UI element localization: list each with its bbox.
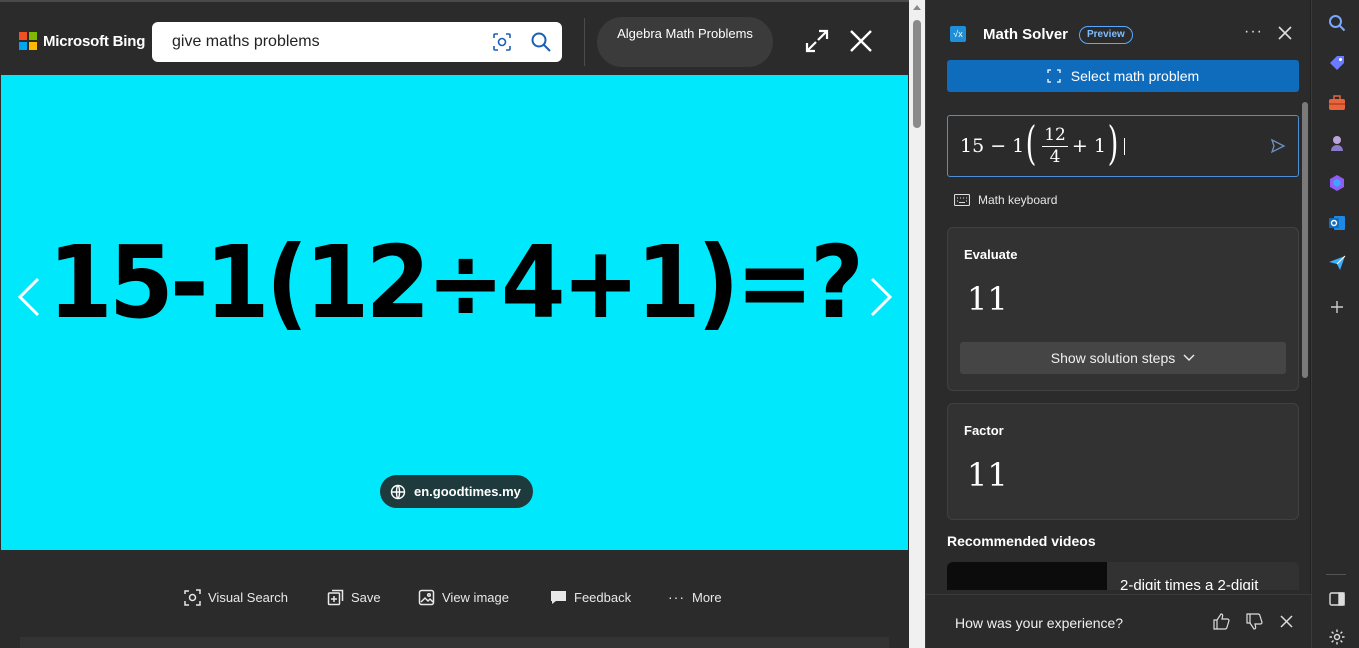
video-title: 2-digit times a 2-digit: [1120, 577, 1259, 590]
feedback-label: Feedback: [574, 590, 632, 605]
tools-icon[interactable]: [1328, 94, 1346, 112]
expand-icon[interactable]: [803, 27, 831, 60]
outlook-icon[interactable]: [1328, 214, 1346, 232]
close-icon[interactable]: [848, 28, 874, 59]
fraction-numerator: 12: [1042, 124, 1068, 147]
math-input-field[interactable]: 15 − 1 ( 12 4 + 1 ): [947, 115, 1299, 177]
image-viewer: Microsoft Bing Algebra Math Problems: [0, 0, 909, 648]
factor-result: 11: [967, 456, 1008, 494]
globe-icon: [390, 484, 406, 499]
search-icon[interactable]: [530, 31, 552, 58]
more-options-icon[interactable]: ···: [1244, 23, 1263, 41]
hide-sidebar-icon[interactable]: [1328, 590, 1346, 608]
source-link[interactable]: en.goodtimes.my: [380, 475, 533, 508]
brand-name: Microsoft Bing: [43, 32, 146, 50]
send-icon[interactable]: [1270, 138, 1286, 159]
math-solver-app-icon: √x: [950, 26, 966, 42]
open-paren: (: [1025, 116, 1037, 170]
fraction-denominator: 4: [1049, 146, 1061, 167]
math-keyboard-button[interactable]: Math keyboard: [954, 193, 1057, 207]
ellipsis-icon: ···: [668, 589, 685, 605]
related-search-pill[interactable]: Algebra Math Problems: [597, 17, 773, 67]
pane-scrollbar-thumb[interactable]: [1302, 102, 1308, 378]
factor-label: Factor: [964, 423, 1004, 438]
factor-card: Factor 11: [947, 403, 1299, 520]
search-input[interactable]: [172, 33, 472, 51]
save-label: Save: [351, 590, 381, 605]
more-button[interactable]: ··· More: [668, 589, 722, 605]
text-caret: [1123, 137, 1125, 155]
feedback-bar: How was your experience?: [926, 594, 1311, 648]
thumbs-down-icon[interactable]: [1246, 613, 1263, 635]
keyboard-icon: [954, 194, 970, 206]
evaluate-label: Evaluate: [964, 247, 1018, 262]
math-keyboard-label: Math keyboard: [978, 193, 1058, 207]
dismiss-feedback-icon[interactable]: [1280, 615, 1293, 633]
show-solution-steps-label: Show solution steps: [1050, 350, 1176, 366]
chevron-down-icon: [1183, 354, 1195, 361]
topbar-divider: [584, 18, 585, 66]
evaluate-card: Evaluate 11 Show solution steps: [947, 227, 1299, 391]
pane-header: √x Math Solver Preview ···: [926, 18, 1311, 54]
thumbs-up-icon[interactable]: [1213, 613, 1230, 635]
sidebar-divider: [1326, 574, 1346, 575]
preview-badge: Preview: [1079, 26, 1133, 44]
scrollbar-thumb[interactable]: [913, 20, 921, 128]
source-domain: en.goodtimes.my: [414, 484, 521, 499]
close-pane-icon[interactable]: [1278, 26, 1292, 45]
feedback-question: How was your experience?: [955, 615, 1124, 631]
send-drop-icon[interactable]: [1328, 254, 1346, 272]
feedback-icon: [551, 591, 566, 604]
microsoft-logo-icon: [19, 32, 37, 50]
previous-arrow-icon[interactable]: [16, 277, 42, 322]
save-icon: [327, 589, 344, 606]
expr-tail: + 1: [1071, 135, 1106, 157]
search-icon[interactable]: [1328, 14, 1346, 32]
edge-sidebar: [1311, 0, 1359, 648]
pane-content: 15 − 1 ( 12 4 + 1 ) Math keyboard Evalua…: [926, 100, 1311, 590]
related-strip: [20, 637, 889, 648]
save-button[interactable]: Save: [327, 589, 381, 606]
more-label: More: [692, 589, 722, 605]
viewer-scrollbar[interactable]: [909, 0, 925, 648]
search-box[interactable]: [152, 22, 562, 62]
browser-window: Microsoft Bing Algebra Math Problems: [0, 0, 1359, 648]
games-icon[interactable]: [1328, 134, 1346, 152]
view-image-button[interactable]: View image: [418, 589, 509, 606]
visual-search-icon[interactable]: [492, 32, 512, 57]
evaluate-result: 11: [967, 280, 1008, 318]
expr-lead: 15 − 1: [960, 135, 1025, 157]
visual-search-label: Visual Search: [208, 590, 288, 605]
action-bar: Visual Search Save View image Feedback ·…: [0, 551, 909, 648]
close-paren: ): [1107, 116, 1119, 170]
visual-search-icon: [184, 589, 201, 606]
video-thumbnail: [947, 562, 1107, 590]
recommended-videos-title: Recommended videos: [947, 533, 1096, 549]
visual-search-button[interactable]: Visual Search: [184, 589, 288, 606]
pane-title: Math Solver: [983, 26, 1069, 43]
pane-scrollbar[interactable]: [1300, 100, 1310, 590]
scroll-up-icon[interactable]: [913, 5, 921, 10]
fraction: 12 4: [1042, 124, 1068, 167]
equation-text: 15-1(12÷4+1)=?: [48, 224, 864, 341]
select-region-icon: [1047, 69, 1061, 83]
math-expression: 15 − 1 ( 12 4 + 1 ): [960, 120, 1125, 172]
viewer-topbar: Microsoft Bing Algebra Math Problems: [0, 0, 909, 75]
copilot-icon[interactable]: [1328, 174, 1346, 192]
settings-gear-icon[interactable]: [1328, 628, 1346, 646]
add-icon[interactable]: [1328, 298, 1346, 316]
shopping-tag-icon[interactable]: [1328, 54, 1346, 72]
select-math-problem-button[interactable]: Select math problem: [947, 60, 1299, 92]
next-arrow-icon[interactable]: [868, 277, 894, 322]
select-math-problem-label: Select math problem: [1070, 68, 1200, 84]
view-image-label: View image: [442, 590, 509, 605]
video-card[interactable]: 2-digit times a 2-digit: [947, 562, 1299, 590]
show-solution-steps-button[interactable]: Show solution steps: [960, 342, 1286, 374]
feedback-button[interactable]: Feedback: [550, 589, 631, 606]
math-solver-pane: √x Math Solver Preview ··· Select math p…: [925, 0, 1311, 648]
view-image-icon: [418, 589, 435, 606]
bing-logo[interactable]: Microsoft Bing: [19, 32, 145, 50]
